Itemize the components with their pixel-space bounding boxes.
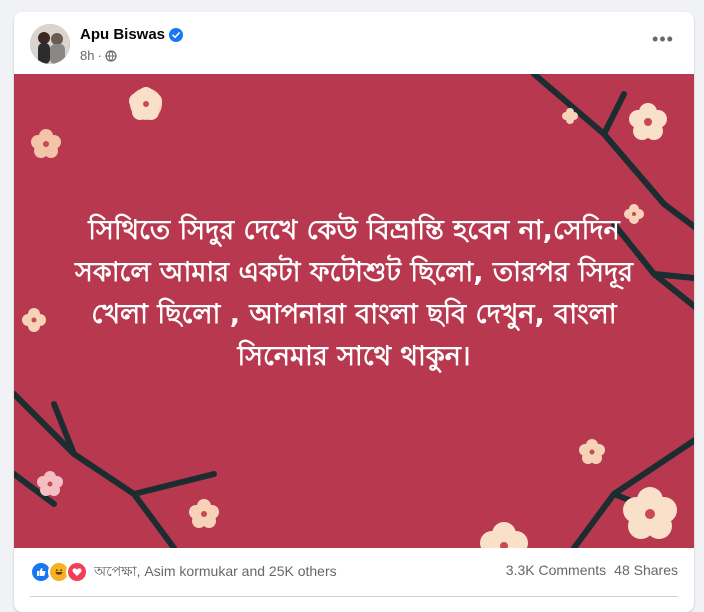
shares-count[interactable]: 48 Shares [614,562,678,578]
author-avatar[interactable] [30,24,70,64]
post-text: সিথিতে সিদুর দেখে কেউ বিভ্রান্তি হবেন না… [75,215,633,372]
reactions-summary[interactable]: অপেক্ষা, Asim kormukar and 25K others [30,560,337,584]
meta-separator: · [97,48,102,63]
engagement-bar: অপেক্ষা, Asim kormukar and 25K others 3.… [14,548,694,588]
reactions-text: অপেক্ষা, Asim kormukar and 25K others [94,563,337,579]
comments-count[interactable]: 3.3K Comments [506,562,606,578]
avatar-photo [30,24,70,64]
globe-icon [105,49,117,62]
post-header: Apu Biswas 8h · ••• [14,12,694,74]
action-divider [30,596,678,597]
love-icon [66,561,88,583]
verified-badge-icon [169,27,184,42]
author-name[interactable]: Apu Biswas [80,26,165,43]
post-image[interactable]: সিথিতে সিদুর দেখে কেউ বিভ্রান্তি হবেন না… [14,74,694,548]
post-card: Apu Biswas 8h · ••• সিথিতে সিদুর দেখে কে… [14,12,694,612]
post-timestamp[interactable]: 8h [80,48,94,63]
more-options-icon[interactable]: ••• [650,30,676,52]
